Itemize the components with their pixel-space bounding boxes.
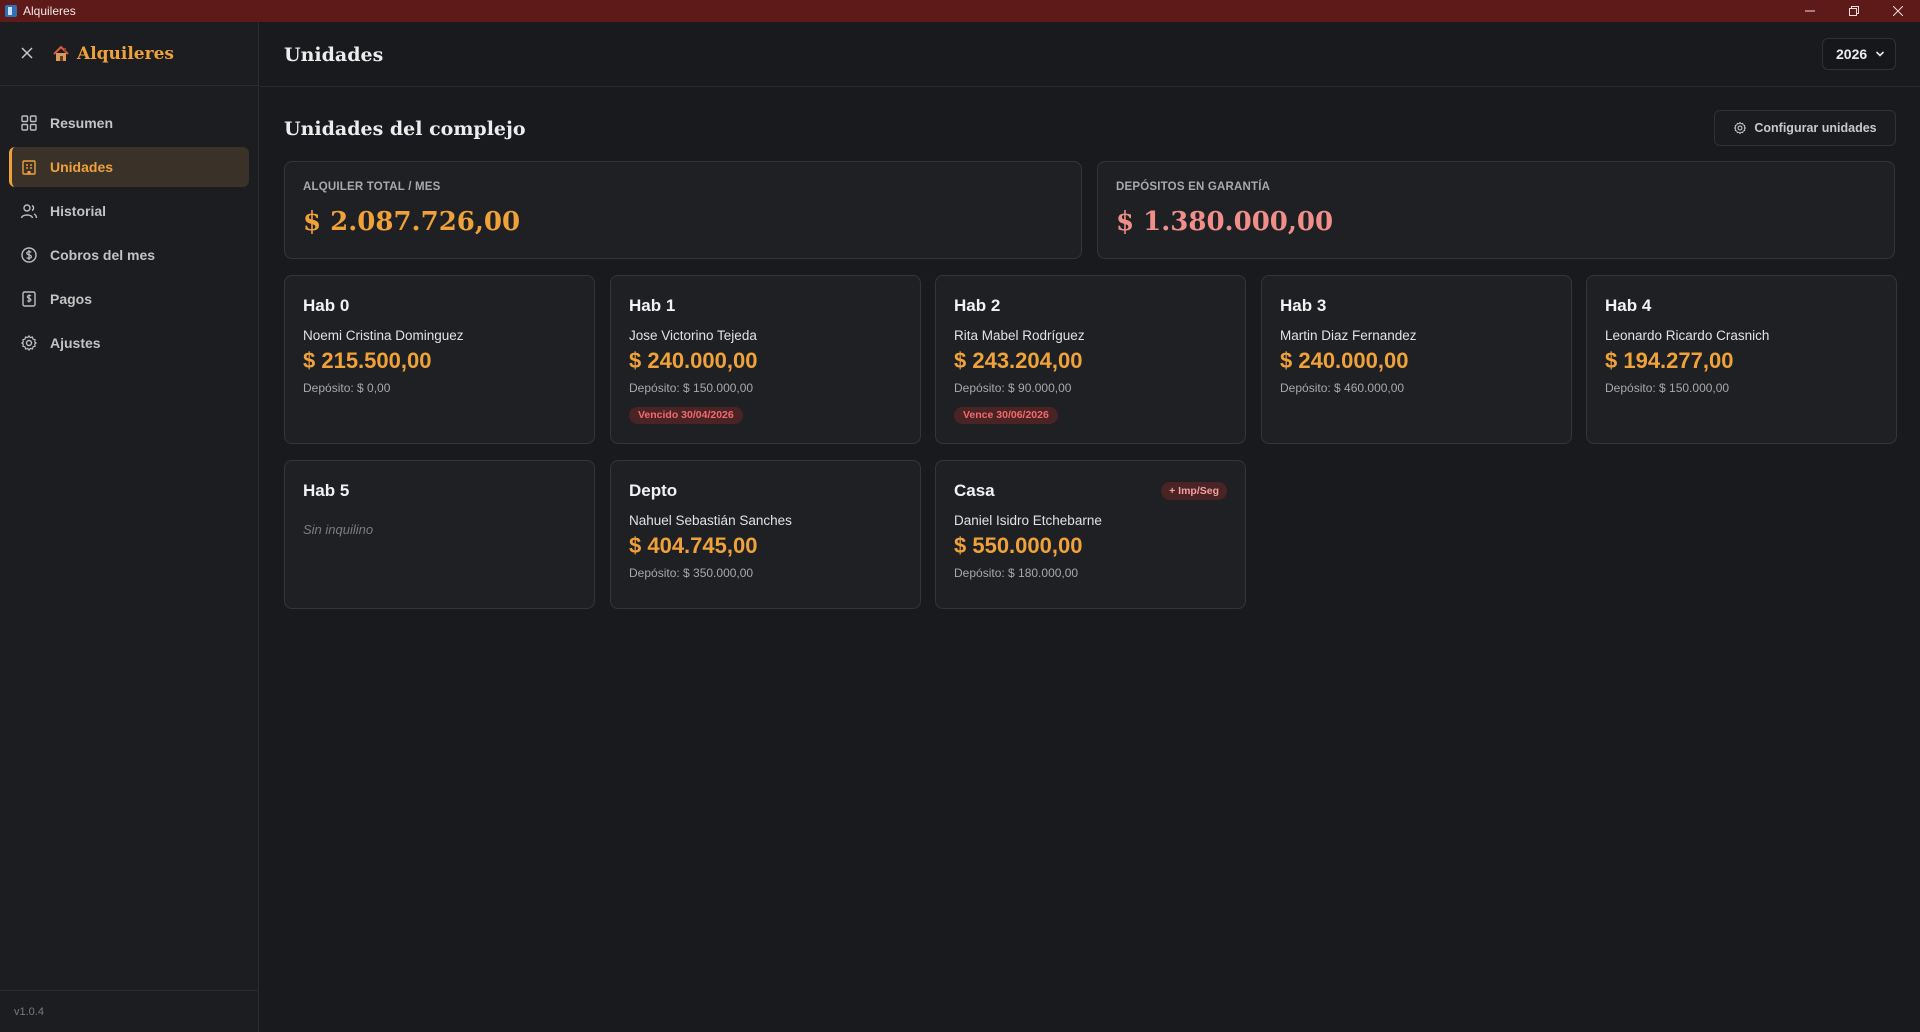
building-icon bbox=[22, 160, 36, 175]
deposit-amount: Depósito: $ 350.000,00 bbox=[629, 566, 754, 580]
year-value: 2026 bbox=[1836, 46, 1868, 62]
unit-card-hab-0[interactable]: Hab 0 Noemi Cristina Dominguez $ 215.500… bbox=[284, 275, 595, 444]
window-titlebar: Alquileres bbox=[0, 0, 1920, 22]
rent-amount: $ 215.500,00 bbox=[303, 348, 432, 373]
topbar: Unidades 2026 bbox=[260, 22, 1920, 87]
sidebar-item-label: Resumen bbox=[50, 115, 114, 131]
close-window-icon[interactable] bbox=[1876, 0, 1920, 22]
window-title: Alquileres bbox=[23, 4, 76, 18]
tenant-name: Daniel Isidro Etchebarne bbox=[954, 513, 1102, 528]
total-rent-value: $ 2.087.726,00 bbox=[303, 207, 521, 237]
brand-name: Alquileres bbox=[77, 43, 174, 64]
tenant-name: Rita Mabel Rodríguez bbox=[954, 328, 1085, 343]
unit-card-hab-4[interactable]: Hab 4 Leonardo Ricardo Crasnich $ 194.27… bbox=[1586, 275, 1897, 444]
tenant-name: Jose Victorino Tejeda bbox=[629, 328, 757, 343]
unit-name: Casa bbox=[954, 481, 995, 500]
expiry-badge: Vence 30/06/2026 bbox=[954, 407, 1058, 424]
deposit-amount: Depósito: $ 0,00 bbox=[303, 381, 391, 395]
unit-name: Hab 0 bbox=[303, 296, 350, 315]
minimize-icon[interactable] bbox=[1788, 0, 1832, 22]
total-rent-label: ALQUILER TOTAL / MES bbox=[303, 181, 441, 193]
deposits-value: $ 1.380.000,00 bbox=[1116, 207, 1334, 237]
rent-amount: $ 243.204,00 bbox=[954, 348, 1083, 373]
page-title: Unidades bbox=[284, 44, 384, 66]
unit-name: Hab 1 bbox=[629, 296, 676, 315]
configure-units-button[interactable]: Configurar unidades bbox=[1714, 110, 1896, 146]
unit-card-hab-3[interactable]: Hab 3 Martin Diaz Fernandez $ 240.000,00… bbox=[1261, 275, 1572, 444]
sidebar-item-label: Pagos bbox=[50, 291, 93, 307]
unit-name: Hab 3 bbox=[1280, 296, 1327, 315]
sidebar-item-ajustes[interactable]: Ajustes bbox=[9, 323, 249, 363]
unit-name: Hab 2 bbox=[954, 296, 1001, 315]
year-select[interactable]: 2026 bbox=[1822, 38, 1896, 70]
sidebar: Alquileres Resumen Unidades Historial Co… bbox=[0, 22, 259, 1032]
house-icon bbox=[53, 45, 69, 61]
sidebar-item-label: Cobros del mes bbox=[50, 247, 156, 263]
sidebar-item-cobros[interactable]: Cobros del mes bbox=[9, 235, 249, 275]
deposit-amount: Depósito: $ 150.000,00 bbox=[1605, 381, 1730, 395]
rent-amount: $ 194.277,00 bbox=[1605, 348, 1734, 373]
sidebar-item-label: Unidades bbox=[50, 159, 114, 175]
tenant-name: Noemi Cristina Dominguez bbox=[303, 328, 464, 343]
rent-amount: $ 404.745,00 bbox=[629, 533, 758, 558]
total-rent-card: ALQUILER TOTAL / MES $ 2.087.726,00 bbox=[284, 161, 1082, 259]
grid-icon bbox=[21, 115, 37, 131]
rent-amount: $ 240.000,00 bbox=[1280, 348, 1409, 373]
tax-insurance-tag: + Imp/Seg bbox=[1161, 482, 1227, 500]
unit-card-hab-1[interactable]: Hab 1 Jose Victorino Tejeda $ 240.000,00… bbox=[610, 275, 921, 444]
rent-amount: $ 550.000,00 bbox=[954, 533, 1083, 558]
deposit-amount: Depósito: $ 150.000,00 bbox=[629, 381, 754, 395]
sidebar-item-pagos[interactable]: Pagos bbox=[9, 279, 249, 319]
tenant-name: Martin Diaz Fernandez bbox=[1280, 328, 1417, 343]
sidebar-item-label: Historial bbox=[50, 203, 107, 219]
unit-card-casa[interactable]: Casa + Imp/Seg Daniel Isidro Etchebarne … bbox=[935, 460, 1246, 609]
unit-card-hab-5[interactable]: Hab 5 Sin inquilino bbox=[284, 460, 595, 609]
gear-icon bbox=[21, 335, 37, 351]
users-icon bbox=[20, 204, 38, 219]
unit-name: Hab 4 bbox=[1605, 296, 1652, 315]
brand: Alquileres bbox=[52, 44, 174, 64]
rent-amount: $ 240.000,00 bbox=[629, 348, 758, 373]
sidebar-item-unidades[interactable]: Unidades bbox=[9, 147, 249, 187]
deposit-amount: Depósito: $ 180.000,00 bbox=[954, 566, 1079, 580]
chevron-down-icon bbox=[1875, 51, 1885, 57]
close-sidebar-icon[interactable] bbox=[18, 43, 36, 64]
sidebar-nav: Resumen Unidades Historial Cobros del me… bbox=[0, 86, 258, 363]
configure-units-label: Configurar unidades bbox=[1754, 121, 1877, 135]
sidebar-header: Alquileres bbox=[0, 22, 258, 86]
deposit-amount: Depósito: $ 90.000,00 bbox=[954, 381, 1072, 395]
unit-name: Depto bbox=[629, 481, 678, 500]
section-title: Unidades del complejo bbox=[284, 118, 526, 140]
sidebar-item-resumen[interactable]: Resumen bbox=[9, 103, 249, 143]
deposits-label: DEPÓSITOS EN GARANTÍA bbox=[1116, 181, 1271, 193]
unit-card-hab-2[interactable]: Hab 2 Rita Mabel Rodríguez $ 243.204,00 … bbox=[935, 275, 1246, 444]
unit-card-depto[interactable]: Depto Nahuel Sebastián Sanches $ 404.745… bbox=[610, 460, 921, 609]
app-icon bbox=[5, 5, 17, 17]
deposit-amount: Depósito: $ 460.000,00 bbox=[1280, 381, 1405, 395]
expired-badge: Vencido 30/04/2026 bbox=[629, 407, 743, 424]
no-tenant-label: Sin inquilino bbox=[303, 522, 374, 537]
dollar-circle-icon bbox=[21, 247, 37, 263]
restore-icon[interactable] bbox=[1832, 0, 1876, 22]
tenant-name: Leonardo Ricardo Crasnich bbox=[1605, 328, 1770, 343]
gear-icon bbox=[1734, 121, 1747, 135]
deposits-card: DEPÓSITOS EN GARANTÍA $ 1.380.000,00 bbox=[1097, 161, 1895, 259]
receipt-icon bbox=[22, 291, 36, 307]
window-controls bbox=[1788, 0, 1920, 22]
sidebar-item-label: Ajustes bbox=[50, 335, 101, 351]
tenant-name: Nahuel Sebastián Sanches bbox=[629, 513, 792, 528]
sidebar-item-historial[interactable]: Historial bbox=[9, 191, 249, 231]
version-label: v1.0.4 bbox=[0, 990, 258, 1032]
unit-name: Hab 5 bbox=[303, 481, 350, 500]
